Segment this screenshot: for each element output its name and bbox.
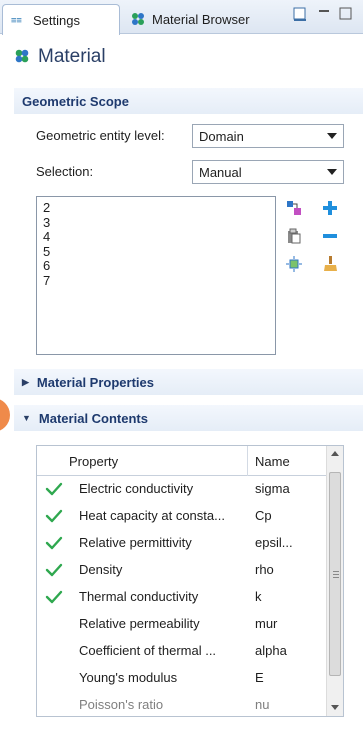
list-item[interactable]: 3 <box>43 215 269 231</box>
minimize-icon[interactable] <box>317 6 331 25</box>
scroll-up-icon[interactable] <box>331 451 339 456</box>
section-material-contents[interactable]: ▼ Material Contents <box>14 405 363 431</box>
column-header-name[interactable]: Name <box>255 454 290 469</box>
list-item[interactable]: 6 <box>43 258 269 274</box>
property-cell: Coefficient of thermal ... <box>79 643 217 658</box>
name-cell: Cp <box>255 508 272 523</box>
property-cell: Thermal conductivity <box>79 589 199 604</box>
checkmark-icon <box>45 562 63 578</box>
page-header: Material <box>0 36 363 78</box>
name-cell: sigma <box>255 481 290 496</box>
clear-selection-icon[interactable] <box>322 256 338 272</box>
selection-list[interactable]: 2 3 4 5 6 7 <box>36 196 276 355</box>
settings-icon: ≡≡ <box>11 13 27 27</box>
selection-label: Selection: <box>36 164 94 179</box>
section-material-contents-label: Material Contents <box>38 410 148 426</box>
scroll-down-icon[interactable] <box>331 705 339 710</box>
name-cell: nu <box>255 697 270 712</box>
entity-level-label: Geometric entity level: <box>36 128 165 143</box>
name-cell: E <box>255 670 264 685</box>
table-row[interactable]: Thermal conductivity k <box>37 585 327 609</box>
clipboard-icon[interactable] <box>286 228 302 244</box>
chevron-down-icon: ▼ <box>22 413 31 423</box>
tab-settings[interactable]: ≡≡ Settings <box>2 4 120 35</box>
property-cell: Electric conductivity <box>79 481 194 496</box>
list-item[interactable]: 7 <box>43 273 269 289</box>
page-title: Material <box>38 46 106 67</box>
section-geometric-scope[interactable]: Geometric Scope <box>14 88 363 114</box>
material-browser-icon <box>130 12 146 26</box>
property-cell: Poisson's ratio <box>79 697 164 712</box>
name-cell: alpha <box>255 643 287 658</box>
table-row[interactable]: Density rho <box>37 558 327 582</box>
tab-settings-label: Settings <box>33 12 80 28</box>
name-cell: k <box>255 589 262 604</box>
section-material-properties[interactable]: ▶ Material Properties <box>14 369 363 395</box>
vertical-scrollbar[interactable] <box>326 446 343 716</box>
checkmark-icon <box>45 508 63 524</box>
paste-selection-icon[interactable] <box>286 200 302 216</box>
selection-select[interactable]: Manual <box>192 160 344 184</box>
property-cell: Relative permeability <box>79 616 200 631</box>
column-divider <box>247 446 248 476</box>
checkmark-icon <box>45 589 63 605</box>
name-cell: epsil... <box>255 535 293 550</box>
chevron-down-icon <box>327 133 337 139</box>
name-cell: rho <box>255 562 274 577</box>
highlight-marker <box>0 398 10 432</box>
table-row[interactable]: Relative permittivity epsil... <box>37 531 327 555</box>
table-row[interactable]: Poisson's ratio nu <box>37 693 327 716</box>
scrollbar-thumb[interactable] <box>329 472 341 676</box>
selection-value: Manual <box>199 164 242 180</box>
material-icon <box>14 48 30 67</box>
list-item[interactable]: 5 <box>43 244 269 260</box>
table-row[interactable]: Heat capacity at consta... Cp <box>37 504 327 528</box>
chevron-right-icon: ▶ <box>22 376 29 387</box>
table-row[interactable]: Young's modulus E <box>37 666 327 690</box>
maximize-icon[interactable] <box>338 6 354 25</box>
column-header-property[interactable]: Property <box>69 454 118 469</box>
property-cell: Heat capacity at consta... <box>79 508 225 523</box>
property-cell: Young's modulus <box>79 670 178 685</box>
table-row[interactable]: Coefficient of thermal ... alpha <box>37 639 327 663</box>
list-item[interactable]: 2 <box>43 200 269 216</box>
entity-level-value: Domain <box>199 128 244 144</box>
section-material-properties-label: Material Properties <box>36 374 154 390</box>
tab-material-browser[interactable]: Material Browser <box>122 4 272 34</box>
property-cell: Density <box>79 562 123 577</box>
table-header: Property Name <box>37 446 327 476</box>
property-cell: Relative permittivity <box>79 535 192 550</box>
material-contents-table[interactable]: Property Name Electric conductivity sigma… <box>36 445 344 717</box>
add-icon[interactable] <box>322 200 338 216</box>
table-row[interactable]: Relative permeability mur <box>37 612 327 636</box>
list-item[interactable]: 4 <box>43 229 269 245</box>
svg-text:≡≡: ≡≡ <box>11 16 22 26</box>
tab-material-browser-label: Material Browser <box>152 11 250 27</box>
zoom-to-selection-icon[interactable] <box>286 256 302 272</box>
checkmark-icon <box>45 481 63 497</box>
chevron-down-icon <box>327 169 337 175</box>
new-window-icon[interactable] <box>292 6 308 25</box>
table-row[interactable]: Electric conductivity sigma <box>37 477 327 501</box>
checkmark-icon <box>45 535 63 551</box>
entity-level-select[interactable]: Domain <box>192 124 344 148</box>
name-cell: mur <box>255 616 278 631</box>
remove-icon[interactable] <box>322 228 338 244</box>
tab-strip: ≡≡ Settings Material Browser <box>0 0 363 35</box>
section-geometric-scope-label: Geometric Scope <box>22 93 129 109</box>
